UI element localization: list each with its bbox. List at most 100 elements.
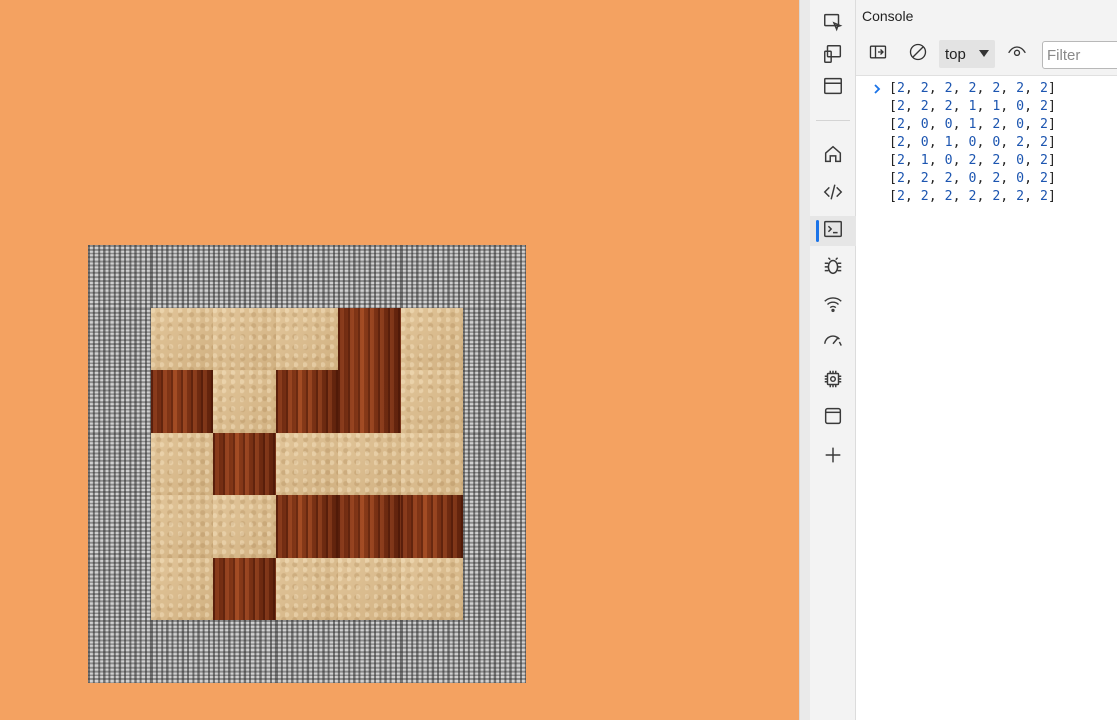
console-output: [2, 2, 2, 2, 2, 2, 2] [2, 2, 2, 1, 1, 0, … — [856, 80, 1117, 206]
clear-console-icon — [908, 42, 928, 67]
sidebar-toggle-icon — [868, 42, 888, 67]
wood-tile — [338, 307, 401, 370]
inspect-button[interactable] — [810, 9, 856, 39]
console-icon — [822, 218, 844, 245]
sand-tile — [150, 557, 213, 620]
metal-tile — [88, 620, 151, 683]
sand-tile — [275, 307, 338, 370]
memory-button[interactable] — [810, 366, 856, 396]
console-log-line[interactable]: [2, 2, 2, 0, 2, 0, 2] — [856, 170, 1117, 188]
activity-separator — [816, 120, 850, 121]
dock-button[interactable] — [810, 73, 856, 103]
metal-tile — [150, 245, 213, 308]
console-log-line[interactable]: [2, 0, 1, 0, 0, 2, 2] — [856, 134, 1117, 152]
wood-tile — [338, 370, 401, 433]
sand-tile — [400, 557, 463, 620]
metal-tile — [150, 620, 213, 683]
metal-tile — [400, 245, 463, 308]
sand-tile — [213, 307, 276, 370]
sand-tile — [213, 370, 276, 433]
sand-tile — [400, 370, 463, 433]
metal-tile — [463, 307, 526, 370]
sand-tile — [338, 557, 401, 620]
console-button[interactable] — [810, 216, 856, 246]
chevron-right-icon[interactable] — [870, 80, 884, 98]
dock-icon — [822, 75, 844, 102]
console-log-line[interactable]: [2, 2, 2, 2, 2, 2, 2] — [856, 188, 1117, 206]
console-titlebar: Console — [856, 0, 1117, 32]
home-icon — [822, 143, 844, 170]
panel-title: Console — [862, 8, 914, 24]
sand-tile — [213, 495, 276, 558]
inspect-icon — [822, 11, 844, 38]
console-log-line[interactable]: [2, 1, 0, 2, 2, 0, 2] — [856, 152, 1117, 170]
metal-tile — [463, 432, 526, 495]
console-log-text: [2, 2, 2, 2, 2, 2, 2] — [889, 81, 1056, 96]
plus-icon — [822, 444, 844, 471]
panel-resize-handle[interactable] — [799, 0, 810, 720]
device-emulation-button[interactable] — [810, 41, 856, 71]
context-selector[interactable]: top — [939, 40, 995, 68]
metal-tile — [275, 245, 338, 308]
page-viewport — [0, 0, 799, 720]
elements-button[interactable] — [810, 179, 856, 209]
sand-tile — [275, 432, 338, 495]
console-log-text: [2, 0, 0, 1, 2, 0, 2] — [889, 117, 1056, 132]
wifi-icon — [822, 293, 844, 320]
metal-tile — [463, 557, 526, 620]
sources-button[interactable] — [810, 253, 856, 283]
metal-tile — [463, 620, 526, 683]
game-board[interactable] — [88, 245, 526, 683]
metal-tile — [338, 245, 401, 308]
sand-tile — [400, 307, 463, 370]
network-button[interactable] — [810, 291, 856, 321]
console-log-text: [2, 2, 2, 0, 2, 0, 2] — [889, 171, 1056, 186]
performance-icon — [822, 330, 844, 357]
console-log-text: [2, 0, 1, 0, 0, 2, 2] — [889, 135, 1056, 150]
application-icon — [822, 405, 844, 432]
console-log-text: [2, 2, 2, 1, 1, 0, 2] — [889, 99, 1056, 114]
console-log-line[interactable]: [2, 2, 2, 2, 2, 2, 2] — [856, 80, 1117, 98]
metal-tile — [400, 620, 463, 683]
filter-input[interactable] — [1042, 41, 1117, 69]
live-expression-button[interactable] — [1005, 42, 1029, 66]
console-log-line[interactable]: [2, 0, 0, 1, 2, 0, 2] — [856, 116, 1117, 134]
console-log-text: [2, 1, 0, 2, 2, 0, 2] — [889, 153, 1056, 168]
wood-tile — [275, 495, 338, 558]
wood-tile — [275, 370, 338, 433]
home-button[interactable] — [810, 141, 856, 171]
wood-tile — [338, 495, 401, 558]
metal-tile — [88, 557, 151, 620]
sidebar-toggle-button[interactable] — [866, 42, 890, 66]
wood-tile — [213, 432, 276, 495]
devtools-activity-bar — [810, 0, 856, 720]
metal-tile — [463, 370, 526, 433]
eye-icon — [1007, 42, 1027, 67]
metal-tile — [213, 620, 276, 683]
elements-icon — [822, 181, 844, 208]
device-emulation-icon — [822, 43, 844, 70]
metal-tile — [88, 245, 151, 308]
sand-tile — [150, 307, 213, 370]
wood-tile — [213, 557, 276, 620]
sand-tile — [275, 557, 338, 620]
console-log-line[interactable]: [2, 2, 2, 1, 1, 0, 2] — [856, 98, 1117, 116]
console-log-text: [2, 2, 2, 2, 2, 2, 2] — [889, 189, 1056, 204]
add-tool-button[interactable] — [810, 442, 856, 472]
bug-icon — [822, 255, 844, 282]
sand-tile — [400, 432, 463, 495]
application-button[interactable] — [810, 403, 856, 433]
console-toolbar: top — [856, 32, 1117, 76]
clear-console-button[interactable] — [906, 42, 930, 66]
wood-tile — [150, 370, 213, 433]
sand-tile — [338, 432, 401, 495]
metal-tile — [88, 432, 151, 495]
wood-tile — [400, 495, 463, 558]
performance-button[interactable] — [810, 328, 856, 358]
metal-tile — [88, 495, 151, 558]
metal-tile — [213, 245, 276, 308]
metal-tile — [463, 245, 526, 308]
context-label: top — [945, 45, 966, 63]
metal-tile — [88, 370, 151, 433]
sand-tile — [150, 432, 213, 495]
